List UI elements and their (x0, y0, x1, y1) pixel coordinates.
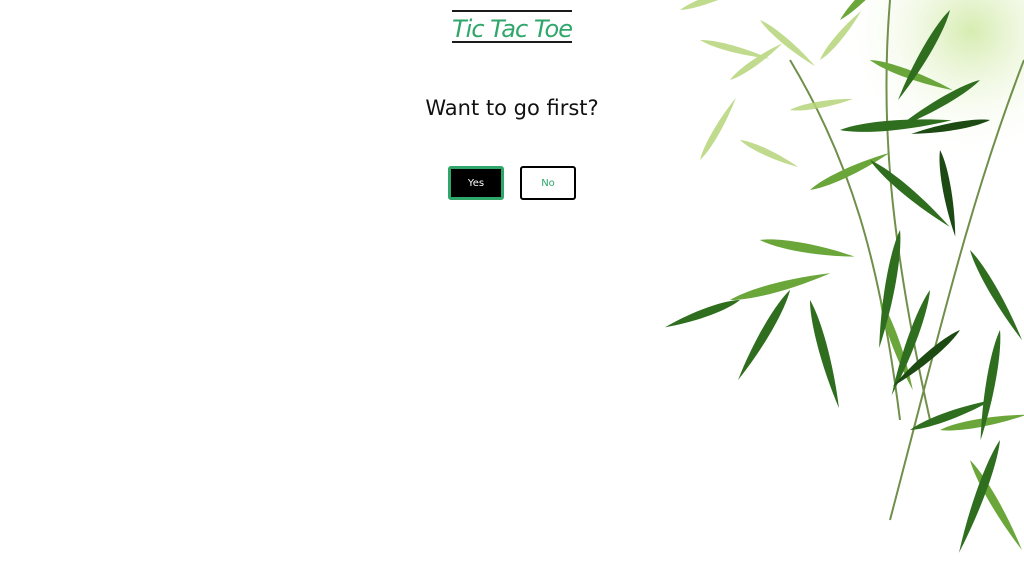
yes-button-label: Yes (467, 177, 485, 189)
yes-button[interactable]: Yes (448, 166, 504, 200)
bamboo-leaves-image (640, 0, 1024, 576)
no-button-label: No (541, 177, 555, 189)
game-title: Tic Tac Toe (452, 10, 573, 44)
game-screen: Tic Tac Toe Want to go first? Yes No (0, 0, 1024, 576)
no-button[interactable]: No (520, 166, 576, 200)
go-first-prompt: Want to go first? (425, 96, 599, 120)
title-area: Tic Tac Toe (0, 10, 1024, 44)
